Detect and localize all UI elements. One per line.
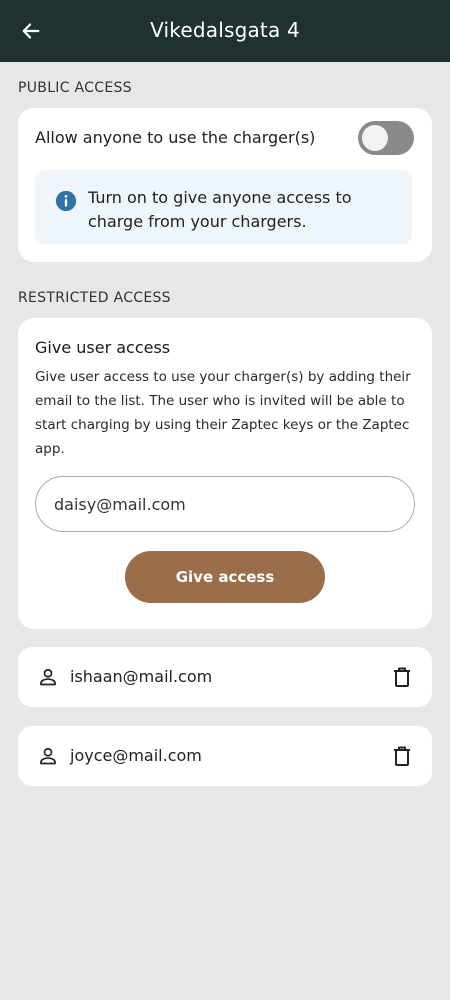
page-title: Vikedalsgata 4 bbox=[150, 18, 300, 42]
user-email: joyce@mail.com bbox=[70, 746, 202, 765]
give-access-button[interactable]: Give access bbox=[125, 551, 325, 603]
trash-icon[interactable] bbox=[390, 744, 414, 768]
list-item: joyce@mail.com bbox=[18, 726, 432, 786]
info-box: Turn on to give anyone access to charge … bbox=[35, 170, 412, 244]
info-text: Turn on to give anyone access to charge … bbox=[88, 188, 352, 231]
person-icon bbox=[40, 668, 56, 686]
app-header: Vikedalsgata 4 bbox=[0, 0, 450, 62]
trash-icon[interactable] bbox=[390, 665, 414, 689]
list-item: ishaan@mail.com bbox=[18, 647, 432, 707]
toggle-knob bbox=[362, 125, 388, 151]
user-email: ishaan@mail.com bbox=[70, 667, 213, 686]
give-access-description: Give user access to use your charger(s) … bbox=[35, 369, 411, 457]
email-input[interactable] bbox=[35, 476, 415, 532]
restricted-access-section-label: RESTRICTED ACCESS bbox=[18, 290, 171, 306]
info-icon bbox=[55, 190, 77, 212]
public-access-toggle[interactable] bbox=[358, 121, 414, 155]
give-access-card: Give user access Give user access to use… bbox=[18, 318, 432, 629]
give-access-title: Give user access bbox=[35, 338, 171, 357]
person-icon bbox=[40, 747, 56, 765]
public-access-toggle-label: Allow anyone to use the charger(s) bbox=[35, 128, 316, 147]
public-access-card: Allow anyone to use the charger(s) Turn … bbox=[18, 108, 432, 262]
public-access-section-label: PUBLIC ACCESS bbox=[18, 80, 132, 96]
